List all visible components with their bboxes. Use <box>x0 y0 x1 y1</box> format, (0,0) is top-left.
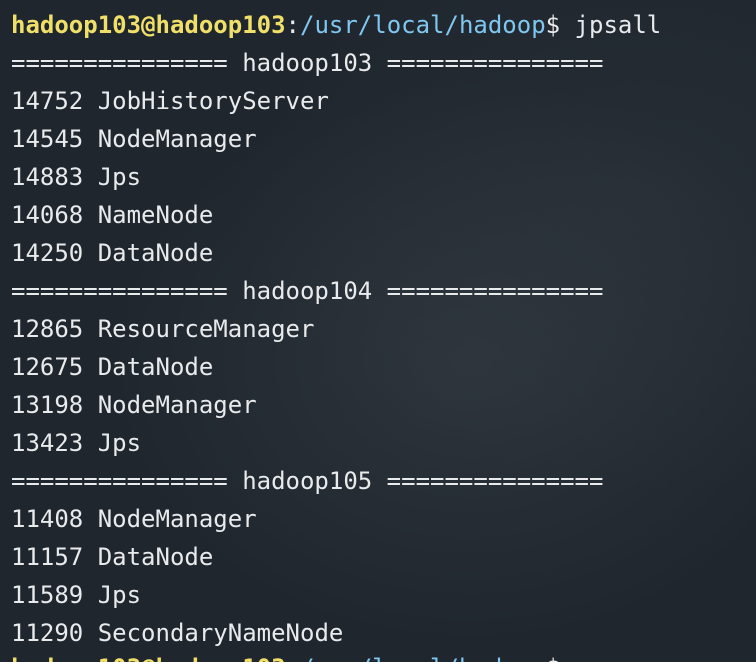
section-header-hadoop103: =============== hadoop103 ==============… <box>11 49 604 77</box>
process-line: 11157 DataNode <box>11 538 661 576</box>
process-line: 14883 Jps <box>11 158 661 196</box>
process-pid: 14250 <box>11 239 84 267</box>
prompt-user-host: hadoop103@hadoop103 <box>11 654 286 662</box>
process-line: 14752 JobHistoryServer <box>11 82 661 120</box>
process-name: JobHistoryServer <box>97 87 329 115</box>
command-prompt-line: hadoop103@hadoop103:/usr/local/hadoop$ j… <box>11 6 661 44</box>
process-line: 13198 NodeManager <box>11 386 661 424</box>
process-name: NodeManager <box>97 391 257 419</box>
process-name: NodeManager <box>97 505 257 533</box>
process-pid: 14883 <box>11 163 84 191</box>
process-line: 12675 DataNode <box>11 348 661 386</box>
process-line: 14545 NodeManager <box>11 120 661 158</box>
process-pid: 11589 <box>11 581 84 609</box>
terminal-output: hadoop103@hadoop103:/usr/local/hadoop$ j… <box>11 6 661 652</box>
process-pid: 11157 <box>11 543 84 571</box>
process-pid: 12865 <box>11 315 84 343</box>
section-header-hadoop104: =============== hadoop104 ==============… <box>11 277 604 305</box>
prompt-separator: : <box>285 11 300 39</box>
process-line: 11290 SecondaryNameNode <box>11 614 661 652</box>
process-pid: 13198 <box>11 391 84 419</box>
process-line: 13423 Jps <box>11 424 661 462</box>
prompt-command: jpsall <box>560 11 662 39</box>
prompt-separator: : <box>286 654 300 662</box>
process-pid: 12675 <box>11 353 84 381</box>
process-name: ResourceManager <box>97 315 315 343</box>
process-name: SecondaryNameNode <box>97 619 344 647</box>
process-pid: 14545 <box>11 125 84 153</box>
process-pid: 11408 <box>11 505 84 533</box>
process-name: DataNode <box>97 543 214 571</box>
prompt-symbol: $ <box>546 654 560 662</box>
process-name: NameNode <box>97 201 214 229</box>
process-pid: 13423 <box>11 429 84 457</box>
section-header-hadoop105: =============== hadoop105 ==============… <box>11 467 604 495</box>
process-line: 14068 NameNode <box>11 196 661 234</box>
prompt-user-host: hadoop103@hadoop103 <box>11 11 286 39</box>
process-name: Jps <box>97 581 142 609</box>
process-pid: 11290 <box>11 619 84 647</box>
prompt-symbol: $ <box>545 11 561 39</box>
process-pid: 14752 <box>11 87 84 115</box>
process-name: NodeManager <box>97 125 257 153</box>
process-name: Jps <box>97 163 142 191</box>
prompt-cwd: /usr/local/hadoop <box>300 654 546 662</box>
process-name: DataNode <box>97 353 214 381</box>
process-name: Jps <box>97 429 142 457</box>
terminal-window[interactable]: hadoop103@hadoop103:/usr/local/hadoop$ j… <box>0 0 756 662</box>
next-prompt-line: hadoop103@hadoop103:/usr/local/hadoop$ <box>11 649 560 662</box>
process-line: 11408 NodeManager <box>11 500 661 538</box>
process-line: 14250 DataNode <box>11 234 661 272</box>
process-line: 11589 Jps <box>11 576 661 614</box>
process-name: DataNode <box>97 239 214 267</box>
prompt-cwd: /usr/local/hadoop <box>300 11 546 39</box>
process-pid: 14068 <box>11 201 84 229</box>
process-line: 12865 ResourceManager <box>11 310 661 348</box>
